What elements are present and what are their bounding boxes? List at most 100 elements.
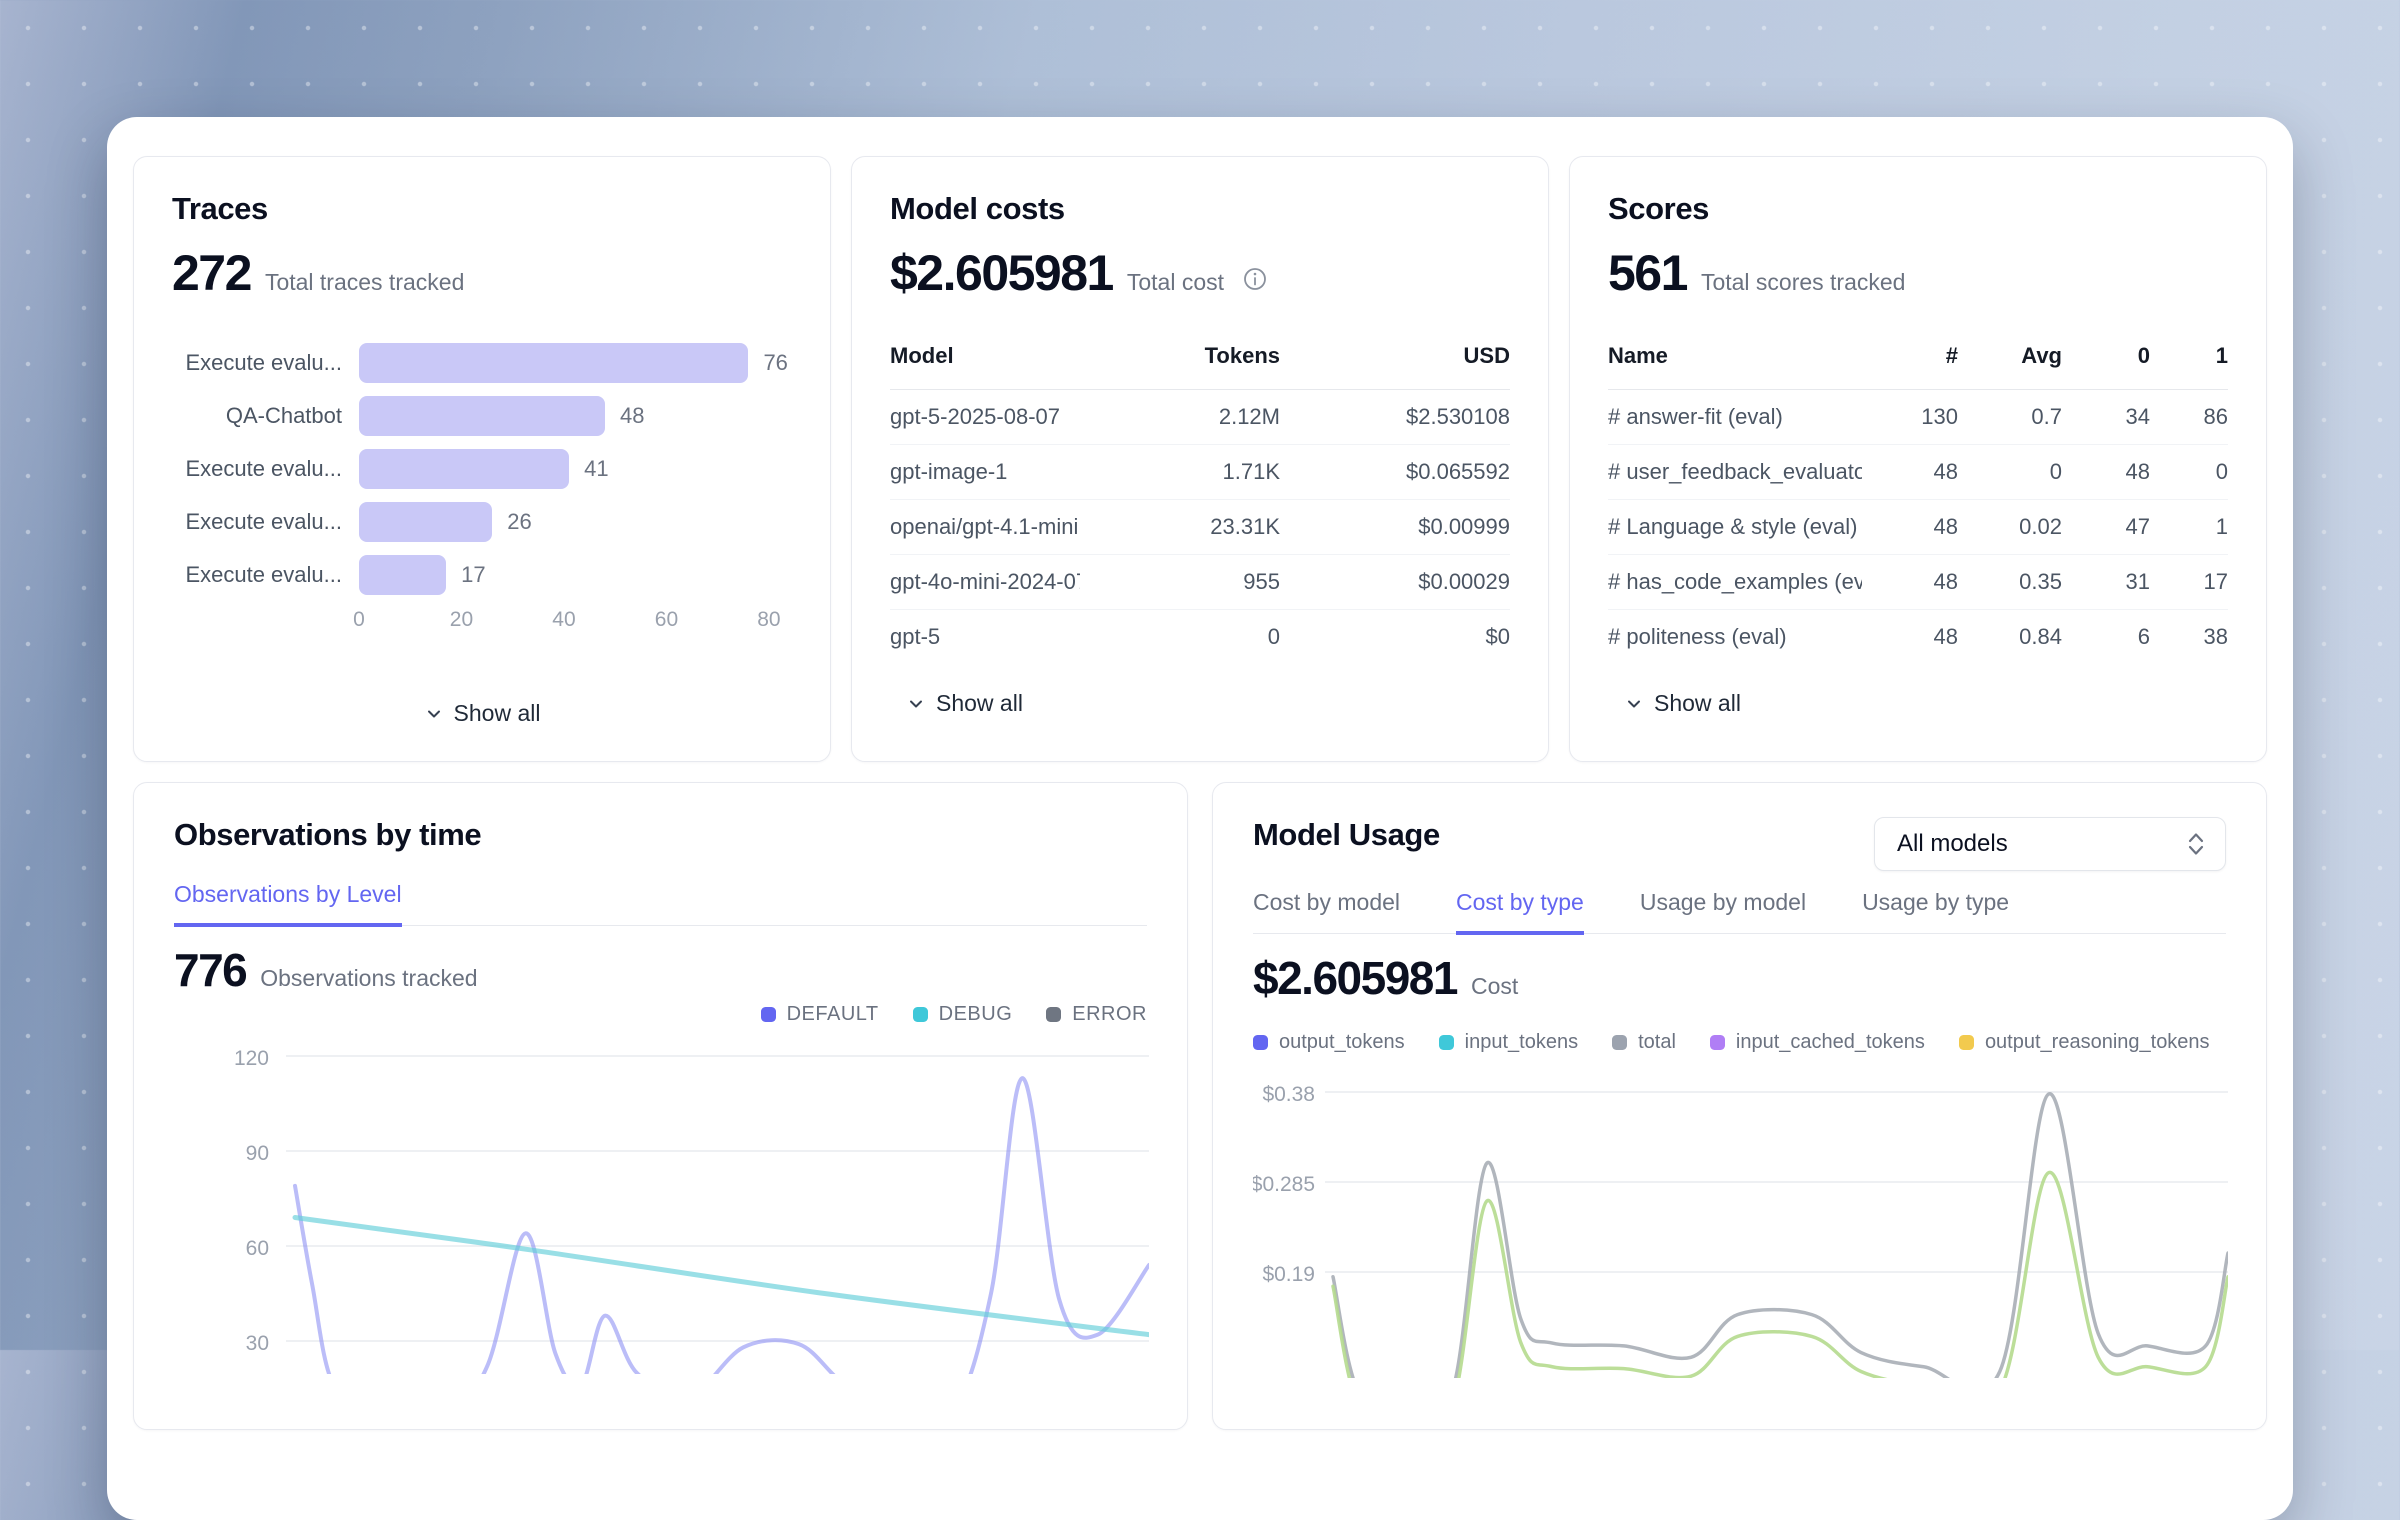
legend-item-debug[interactable]: DEBUG — [913, 1003, 1013, 1026]
total-swatch — [1612, 1035, 1627, 1050]
tab-cost-by-model[interactable]: Cost by model — [1253, 889, 1400, 935]
scores-title: Scores — [1608, 191, 2228, 227]
model-usage-card: Model Usage All models Cost by model Cos… — [1212, 782, 2267, 1430]
axis-tick: 0 — [353, 608, 365, 632]
model-usage-metric: $2.605981 Cost — [1253, 952, 2226, 1005]
usage-cost-label: Cost — [1471, 973, 1518, 1000]
tab-observations-by-level[interactable]: Observations by Level — [174, 881, 402, 927]
table-header: Model Tokens USD — [890, 343, 1510, 390]
table-row: # answer-fit (eval)1300.73486 — [1608, 390, 2228, 445]
scores-table: Name # Avg 0 1 # answer-fit (eval)1300.7… — [1608, 343, 2228, 664]
observations-metric: 776 Observations tracked — [174, 944, 1147, 997]
table-row: gpt-5-2025-08-072.12M$2.530108 — [890, 390, 1510, 445]
svg-text:90: 90 — [246, 1142, 269, 1165]
tab-cost-by-type[interactable]: Cost by type — [1456, 889, 1584, 935]
legend-item-total[interactable]: total — [1612, 1031, 1676, 1054]
scores-card: Scores 561 Total scores tracked Name # A… — [1569, 156, 2267, 762]
bar-label: Execute evalu... — [172, 456, 359, 482]
table-header: Name # Avg 0 1 — [1608, 343, 2228, 390]
axis-tick: 60 — [655, 608, 678, 632]
model-usage-chart-area: $0.38 $0.285 $0.19 — [1253, 1068, 2226, 1383]
observations-line-chart: 120906030 — [174, 1044, 1149, 1374]
tab-usage-by-type[interactable]: Usage by type — [1862, 889, 2009, 935]
dashboard-container: Traces 272 Total traces tracked Execute … — [107, 117, 2293, 1520]
bar-label: QA-Chatbot — [172, 403, 359, 429]
table-row: # user_feedback_evaluator (eval)480480 — [1608, 445, 2228, 500]
bar — [359, 396, 605, 436]
table-row: # politeness (eval)480.84638 — [1608, 610, 2228, 664]
model-usage-title: Model Usage — [1253, 817, 1440, 853]
scores-count: 561 — [1608, 245, 1687, 303]
legend-item-output-tokens[interactable]: output_tokens — [1253, 1031, 1405, 1054]
usage-cost-value: $2.605981 — [1253, 952, 1457, 1005]
traces-metric-label: Total traces tracked — [265, 269, 464, 296]
bottom-row: Observations by time Observations by Lev… — [133, 782, 2267, 1430]
svg-text:$0.38: $0.38 — [1262, 1083, 1315, 1106]
bar-value: 17 — [461, 562, 485, 588]
info-icon[interactable] — [1242, 266, 1268, 292]
table-row: gpt-4o-mini-2024-07-18955$0.00029 — [890, 555, 1510, 610]
model-costs-show-all-button[interactable]: Show all — [890, 690, 1510, 717]
axis-tick: 40 — [552, 608, 575, 632]
traces-show-all-button[interactable]: Show all — [172, 700, 792, 727]
bar — [359, 502, 492, 542]
legend-item-input-tokens[interactable]: input_tokens — [1439, 1031, 1578, 1054]
model-usage-legend-wrap: output_tokens input_tokens total input_c… — [1253, 1031, 2226, 1054]
svg-text:$0.19: $0.19 — [1262, 1263, 1315, 1286]
input-cached-tokens-swatch — [1710, 1035, 1725, 1050]
table-row: # Language & style (eval)480.02471 — [1608, 500, 2228, 555]
legend-item-output-reasoning-tokens[interactable]: output_reasoning_tokens — [1959, 1031, 2210, 1054]
scores-metric: 561 Total scores tracked — [1608, 245, 2228, 303]
default-swatch — [761, 1007, 776, 1022]
model-usage-tabs: Cost by model Cost by type Usage by mode… — [1253, 889, 2226, 934]
tab-usage-by-model[interactable]: Usage by model — [1640, 889, 1806, 935]
svg-text:$0.285: $0.285 — [1253, 1173, 1315, 1196]
chevron-down-icon — [906, 694, 926, 714]
top-row: Traces 272 Total traces tracked Execute … — [133, 156, 2267, 762]
bar — [359, 343, 748, 383]
input-tokens-swatch — [1439, 1035, 1454, 1050]
x-axis: 0 20 40 60 80 — [359, 608, 792, 636]
model-costs-card: Model costs $2.605981 Total cost Model T… — [851, 156, 1549, 762]
chevron-down-icon — [1624, 694, 1644, 714]
table-row: openai/gpt-4.1-mini23.31K$0.00999 — [890, 500, 1510, 555]
model-costs-table: Model Tokens USD gpt-5-2025-08-072.12M$2… — [890, 343, 1510, 664]
svg-text:30: 30 — [246, 1332, 269, 1355]
bar-row: Execute evalu... 26 — [172, 502, 792, 542]
legend-item-error[interactable]: ERROR — [1046, 1003, 1147, 1026]
table-row: gpt-50$0 — [890, 610, 1510, 664]
bar-label: Execute evalu... — [172, 350, 359, 376]
observations-chart-area: 120906030 — [174, 1044, 1147, 1379]
bar-value: 48 — [620, 403, 644, 429]
observations-title: Observations by time — [174, 817, 1147, 853]
model-costs-metric: $2.605981 Total cost — [890, 245, 1510, 303]
table-row: # has_code_examples (eval)480.353117 — [1608, 555, 2228, 610]
observations-legend: DEFAULT DEBUG ERROR — [174, 1003, 1147, 1026]
chevron-up-down-icon — [2185, 829, 2207, 859]
traces-count: 272 — [172, 245, 251, 303]
bar — [359, 449, 569, 489]
error-swatch — [1046, 1007, 1061, 1022]
traces-card: Traces 272 Total traces tracked Execute … — [133, 156, 831, 762]
svg-text:120: 120 — [234, 1047, 269, 1070]
output-reasoning-tokens-swatch — [1959, 1035, 1974, 1050]
bar-row: Execute evalu... 76 — [172, 343, 792, 383]
bar-label: Execute evalu... — [172, 562, 359, 588]
model-costs-title: Model costs — [890, 191, 1510, 227]
legend-item-input-cached-tokens[interactable]: input_cached_tokens — [1710, 1031, 1925, 1054]
model-filter-select[interactable]: All models — [1874, 817, 2226, 871]
observations-tabs: Observations by Level — [174, 881, 1147, 926]
bar-label: Execute evalu... — [172, 509, 359, 535]
legend-item-default[interactable]: DEFAULT — [761, 1003, 879, 1026]
scores-show-all-button[interactable]: Show all — [1608, 690, 2228, 717]
output-tokens-swatch — [1253, 1035, 1268, 1050]
model-usage-header: Model Usage All models — [1253, 817, 2226, 871]
model-usage-line-chart: $0.38 $0.285 $0.19 — [1253, 1068, 2228, 1378]
table-row: gpt-image-11.71K$0.065592 — [890, 445, 1510, 500]
total-cost-value: $2.605981 — [890, 245, 1113, 303]
bar — [359, 555, 446, 595]
bar-row: Execute evalu... 41 — [172, 449, 792, 489]
chevron-down-icon — [424, 704, 444, 724]
total-cost-label: Total cost — [1127, 269, 1224, 296]
bar-row: QA-Chatbot 48 — [172, 396, 792, 436]
